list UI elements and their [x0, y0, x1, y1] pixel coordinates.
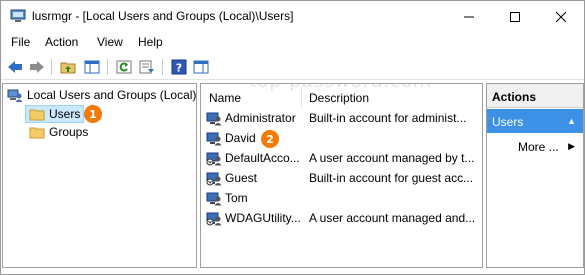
more-actions-link[interactable]: More ... [518, 140, 559, 154]
list-item[interactable]: Administrator Built-in account for admin… [206, 109, 482, 127]
menu-bar: File Action View Help [1, 32, 584, 53]
show-hide-tree-button[interactable] [83, 58, 101, 76]
list-item[interactable]: Guest Built-in account for guest acc... [206, 169, 482, 187]
forward-arrow-icon [30, 61, 44, 73]
menu-help[interactable]: Help [138, 35, 163, 49]
user-account-icon [206, 192, 222, 206]
back-button[interactable] [6, 58, 24, 76]
disabled-user-account-icon [206, 212, 222, 226]
folder-icon [29, 109, 45, 120]
folder-icon [29, 127, 45, 138]
tree-item-users[interactable]: Users [25, 105, 85, 123]
maximize-icon [510, 11, 520, 22]
disabled-user-account-icon [206, 152, 222, 166]
lusrmgr-window: lusrmgr - [Local Users and Groups (Local… [0, 0, 585, 275]
maximize-button[interactable] [492, 1, 538, 32]
list-item[interactable]: Tom [206, 189, 482, 207]
close-button[interactable] [538, 1, 584, 32]
column-header-name[interactable]: Name [209, 91, 241, 105]
column-divider[interactable] [301, 86, 302, 108]
svg-text:?: ? [176, 62, 182, 75]
minimize-icon [464, 16, 474, 17]
toolbar-separator [162, 59, 163, 75]
user-account-icon [206, 132, 222, 146]
toolbar-separator [51, 59, 52, 75]
submenu-arrow-icon: ▶ [568, 141, 575, 151]
user-description: A user account managed by t... [309, 151, 475, 165]
actions-header: Actions [487, 84, 583, 108]
menu-action[interactable]: Action [45, 35, 78, 49]
step-badge-1: 1 [84, 105, 102, 123]
computer-management-icon [10, 9, 26, 23]
user-description: Built-in account for administ... [309, 111, 467, 125]
minimize-button[interactable] [446, 1, 492, 32]
console-tree-pane: Local Users and Groups (Local) Users Gro… [2, 83, 197, 268]
user-name: WDAGUtility... [225, 211, 301, 225]
tree-item-groups[interactable]: Groups [29, 123, 88, 141]
toolbar: ? [1, 54, 584, 80]
back-arrow-icon [8, 61, 22, 73]
user-description: A user account managed and... [309, 211, 476, 225]
action-pane-icon [193, 60, 209, 74]
up-folder-icon [60, 62, 76, 74]
help-button[interactable]: ? [170, 58, 188, 76]
tree-item-users-label: Users [49, 107, 81, 121]
help-icon: ? [171, 59, 187, 75]
close-icon [555, 11, 567, 22]
disabled-user-account-icon [206, 172, 222, 186]
step-badge-2: 2 [261, 130, 279, 148]
actions-section-users[interactable]: Users ▲ [487, 109, 583, 133]
forward-button[interactable] [28, 58, 46, 76]
list-item[interactable]: WDAGUtility... A user account managed an… [206, 209, 482, 227]
user-account-icon [206, 112, 222, 126]
refresh-icon [116, 60, 132, 74]
title-bar[interactable]: lusrmgr - [Local Users and Groups (Local… [1, 1, 584, 32]
user-name: DefaultAcco... [225, 151, 300, 165]
tree-root-label: Local Users and Groups (Local) [27, 88, 197, 102]
user-name: Administrator [225, 111, 296, 125]
column-header-description[interactable]: Description [309, 91, 369, 105]
menu-file[interactable]: File [11, 35, 30, 49]
users-and-groups-icon [7, 89, 23, 102]
users-list-pane: Name Description top-password.com Admini… [200, 83, 483, 268]
show-hide-tree-icon [84, 60, 100, 74]
refresh-button[interactable] [115, 58, 133, 76]
show-hide-action-pane-button[interactable] [192, 58, 210, 76]
tree-root-local-users-and-groups[interactable]: Local Users and Groups (Local) [7, 86, 196, 104]
list-item[interactable]: DefaultAcco... A user account managed by… [206, 149, 482, 167]
list-item[interactable]: David [206, 129, 482, 147]
user-name: Guest [225, 171, 258, 185]
tree-item-groups-label: Groups [49, 125, 89, 139]
window-title: lusrmgr - [Local Users and Groups (Local… [32, 9, 294, 23]
user-name: Tom [225, 191, 248, 205]
user-description: Built-in account for guest acc... [309, 171, 474, 185]
toolbar-separator [107, 59, 108, 75]
collapse-arrow-icon[interactable]: ▲ [567, 116, 576, 126]
tree-item-users-selection: Users [25, 105, 85, 123]
actions-pane: Actions Users ▲ More ... ▶ [486, 83, 584, 268]
export-list-icon [139, 60, 154, 74]
export-list-button[interactable] [138, 58, 156, 76]
up-one-level-button[interactable] [59, 58, 77, 76]
menu-view[interactable]: View [97, 35, 123, 49]
actions-section-label: Users [492, 115, 524, 129]
